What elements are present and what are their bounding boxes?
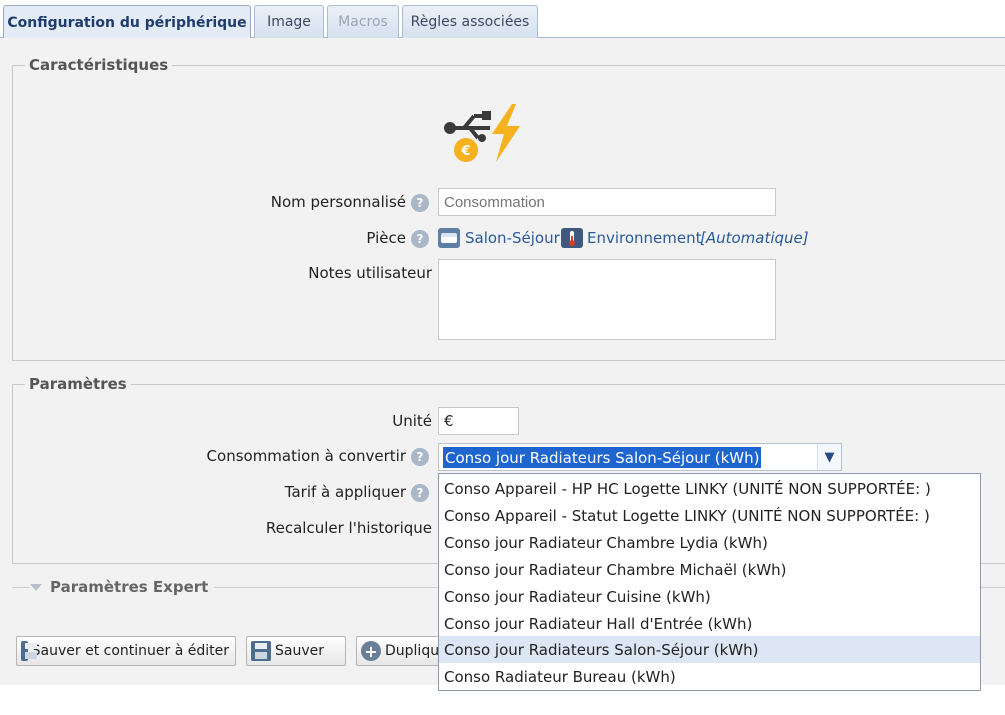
- floppy-disk-icon: [251, 641, 271, 661]
- floppy-disk-icon: [21, 641, 37, 661]
- help-icon[interactable]: ?: [411, 194, 429, 212]
- selected-option-text: Conso jour Radiateurs Salon-Séjour (kWh): [443, 447, 762, 468]
- chevron-down-icon[interactable]: ▼: [817, 444, 841, 470]
- expert-label: Paramètres Expert: [50, 578, 209, 596]
- user-notes-textarea[interactable]: [438, 259, 776, 340]
- save-continue-button[interactable]: Sauver et continuer à éditer: [16, 636, 236, 666]
- tariff-label: Tarif à appliquer: [284, 483, 406, 501]
- custom-name-label: Nom personnalisé: [270, 193, 406, 211]
- thermometer-icon: [561, 228, 583, 248]
- tab-device-configuration[interactable]: Configuration du périphérique: [3, 5, 251, 39]
- living-room-icon: [438, 228, 460, 248]
- help-icon[interactable]: ?: [411, 484, 429, 502]
- plus-circle-icon: +: [361, 641, 381, 661]
- dropdown-option[interactable]: Conso jour Radiateur Hall d'Entrée (kWh): [439, 610, 980, 637]
- save-continue-label: Sauver et continuer à éditer: [31, 643, 229, 659]
- characteristics-legend: Caractéristiques: [29, 56, 169, 74]
- dropdown-option[interactable]: Conso Radiateur Bureau (kWh): [439, 663, 980, 690]
- tab-image[interactable]: Image: [254, 5, 324, 38]
- unit-input[interactable]: €: [438, 407, 519, 435]
- triangle-down-icon: [30, 583, 42, 591]
- expert-section-toggle[interactable]: Paramètres Expert: [30, 578, 215, 596]
- room-label: Pièce: [366, 229, 406, 247]
- convert-consumption-label: Consommation à convertir: [206, 447, 406, 465]
- category-mode: [Automatique]: [700, 229, 809, 247]
- unit-label: Unité: [392, 412, 432, 430]
- save-label: Sauver: [275, 643, 324, 659]
- tab-macros[interactable]: Macros: [327, 5, 399, 38]
- dropdown-option[interactable]: Conso jour Radiateur Chambre Michaël (kW…: [439, 556, 980, 583]
- dropdown-option[interactable]: Conso jour Radiateur Chambre Lydia (kWh): [439, 529, 980, 556]
- usb-energy-euro-icon: €: [444, 104, 520, 162]
- custom-name-input[interactable]: [438, 188, 776, 216]
- tab-bar: Configuration du périphérique Image Macr…: [0, 0, 1005, 39]
- help-icon[interactable]: ?: [411, 448, 429, 466]
- svg-text:€: €: [460, 144, 470, 159]
- parameters-legend: Paramètres: [29, 375, 127, 393]
- dropdown-option-highlighted[interactable]: Conso jour Radiateurs Salon-Séjour (kWh): [439, 636, 980, 663]
- category-link[interactable]: Environnement: [587, 229, 702, 247]
- dropdown-option[interactable]: Conso Appareil - HP HC Logette LINKY (UN…: [439, 475, 980, 502]
- recalculate-history-label: Recalculer l'historique: [265, 519, 432, 537]
- tab-associated-rules[interactable]: Règles associées: [402, 5, 538, 38]
- convert-consumption-select[interactable]: Conso jour Radiateurs Salon-Séjour (kWh)…: [438, 443, 842, 471]
- user-notes-label: Notes utilisateur: [308, 264, 432, 282]
- convert-consumption-dropdown: Conso Appareil - HP HC Logette LINKY (UN…: [438, 473, 981, 691]
- dropdown-option[interactable]: Conso Appareil - Statut Logette LINKY (U…: [439, 502, 980, 529]
- room-link[interactable]: Salon-Séjour: [465, 229, 560, 247]
- save-button[interactable]: Sauver: [246, 636, 346, 666]
- dropdown-option[interactable]: Conso jour Radiateur Cuisine (kWh): [439, 583, 980, 610]
- help-icon[interactable]: ?: [411, 230, 429, 248]
